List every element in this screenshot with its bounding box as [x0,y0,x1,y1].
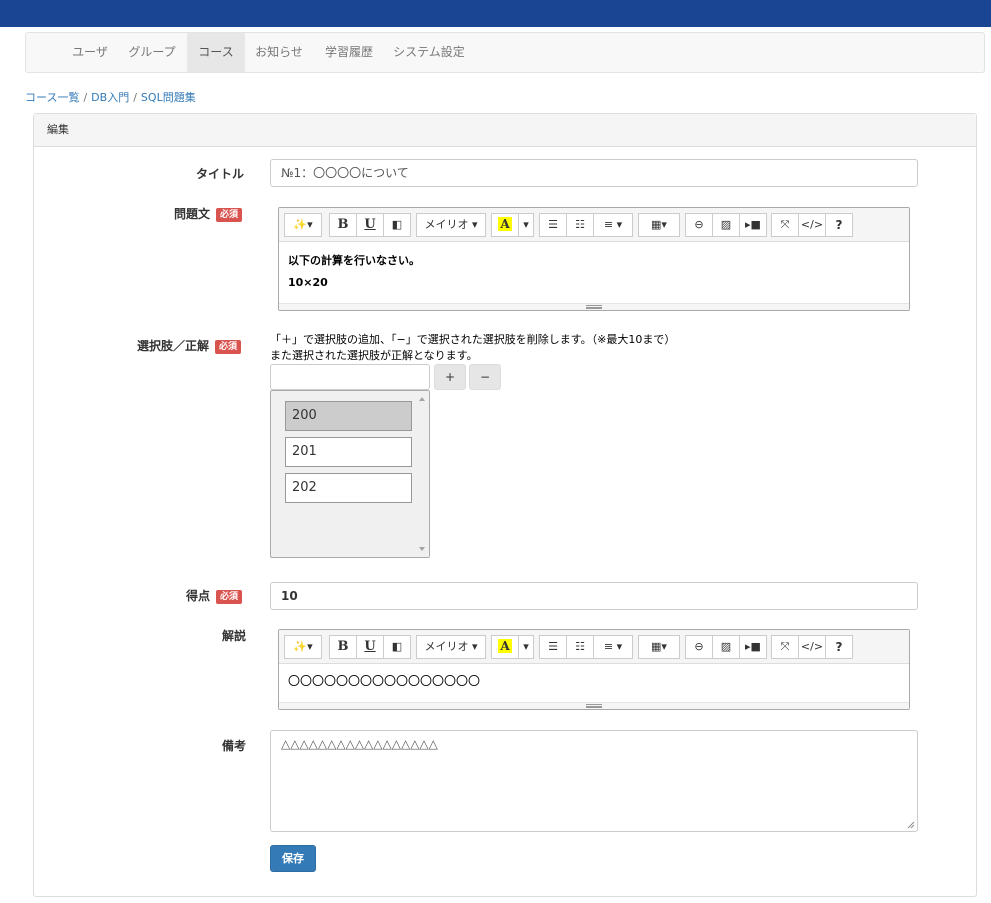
listbox-scrollbar[interactable] [415,391,429,557]
choice-item[interactable]: 202 [285,473,412,503]
scroll-down-icon[interactable] [419,547,425,551]
question-editor: ✨▾ B U ◧ メイリオ ▾ A ▾ ☰ ☷ ≡ ▾ ▦▾ ⊖ ▨ ▸■ ⤧ … [278,207,910,311]
scroll-up-icon[interactable] [419,397,425,401]
required-badge: 必須 [216,208,243,222]
unordered-list-icon[interactable]: ☰ [539,213,567,237]
ordered-list-icon[interactable]: ☷ [566,213,594,237]
color-dropdown-icon[interactable]: ▾ [518,213,534,237]
nav-item-users[interactable]: ユーザ [62,33,118,72]
explanation-label: 解説 [222,629,247,643]
magic-wand-icon[interactable]: ✨▾ [284,635,322,659]
text-color-icon: A [498,217,512,231]
link-icon[interactable]: ⊖ [685,635,713,659]
table-icon[interactable]: ▦▾ [638,213,680,237]
font-name-dropdown[interactable]: メイリオ ▾ [416,213,486,237]
score-input[interactable]: 10 [270,582,918,610]
editor-resize-handle[interactable] [279,702,909,709]
choices-hint-2: また選択された選択肢が正解となります。 [270,349,478,362]
fullscreen-icon[interactable]: ⤧ [771,213,799,237]
magic-wand-icon[interactable]: ✨▾ [284,213,322,237]
font-name-label: メイリオ [424,640,469,653]
link-icon[interactable]: ⊖ [685,213,713,237]
color-dropdown-icon[interactable]: ▾ [518,635,534,659]
paragraph-align-icon[interactable]: ≡ ▾ [593,213,633,237]
video-icon[interactable]: ▸■ [739,635,767,659]
notes-text: △△△△△△△△△△△△△△△△△ [281,737,438,751]
text-color-button[interactable]: A [491,213,519,237]
nav-item-groups[interactable]: グループ [120,33,184,72]
question-line: 10×20 [288,276,328,289]
paragraph-align-icon[interactable]: ≡ ▾ [593,635,633,659]
choice-item[interactable]: 200 [285,401,412,431]
notes-label: 備考 [222,739,247,753]
breadcrumb-sql-problems[interactable]: SQL問題集 [141,91,196,104]
breadcrumb-course-list[interactable]: コース一覧 [25,91,79,104]
title-label: タイトル [196,167,245,181]
choices-hint-1: 「＋」で選択肢の追加、「−」で選択された選択肢を削除します。（※最大10まで） [270,333,676,346]
nav-item-courses[interactable]: コース [187,33,245,72]
required-badge: 必須 [216,590,243,604]
required-badge: 必須 [215,340,242,354]
explanation-editor: ✨▾ B U ◧ メイリオ ▾ A ▾ ☰ ☷ ≡ ▾ ▦▾ ⊖ ▨ ▸■ ⤧ … [278,629,910,710]
choices-label: 選択肢／正解 必須 [137,337,242,354]
nav-item-settings[interactable]: システム設定 [387,33,471,72]
nav-item-notices[interactable]: お知らせ [247,33,311,72]
help-button[interactable]: ? [825,635,853,659]
video-icon[interactable]: ▸■ [739,213,767,237]
editor-resize-handle[interactable] [279,303,909,310]
choice-input[interactable] [270,364,430,390]
text-color-button[interactable]: A [491,635,519,659]
code-view-icon[interactable]: </> [798,635,826,659]
add-choice-button[interactable]: + [434,364,466,390]
choices-label-text: 選択肢／正解 [137,339,210,353]
text-color-icon: A [498,639,512,653]
image-icon[interactable]: ▨ [712,635,740,659]
explanation-text: 〇〇〇〇〇〇〇〇〇〇〇〇〇〇〇〇 [288,674,481,688]
editor-toolbar: ✨▾ B U ◧ メイリオ ▾ A ▾ ☰ ☷ ≡ ▾ ▦▾ ⊖ ▨ ▸■ ⤧ … [279,630,909,664]
top-bar [0,0,991,27]
underline-button[interactable]: U [356,213,384,237]
fullscreen-icon[interactable]: ⤧ [771,635,799,659]
explanation-editor-content[interactable]: 〇〇〇〇〇〇〇〇〇〇〇〇〇〇〇〇 [279,664,909,700]
question-editor-content[interactable]: 以下の計算を行いなさい。 10×20 [279,242,909,302]
breadcrumb: コース一覧 / DB入門 / SQL問題集 [25,89,196,105]
table-icon[interactable]: ▦▾ [638,635,680,659]
resize-grip-icon[interactable] [907,821,915,829]
font-name-label: メイリオ [424,218,469,231]
score-label-text: 得点 [186,589,211,603]
notes-textarea[interactable]: △△△△△△△△△△△△△△△△△ [270,730,918,832]
breadcrumb-separator: / [83,91,88,104]
breadcrumb-separator: / [133,91,137,104]
save-button[interactable]: 保存 [270,845,316,872]
nav-item-history[interactable]: 学習履歴 [318,33,380,72]
remove-choice-button[interactable]: − [469,364,501,390]
main-nav: ユーザ グループ コース お知らせ 学習履歴 システム設定 [25,32,985,73]
help-button[interactable]: ? [825,213,853,237]
breadcrumb-db-intro[interactable]: DB入門 [91,91,129,104]
font-name-dropdown[interactable]: メイリオ ▾ [416,635,486,659]
question-line: 以下の計算を行いなさい。 [288,254,420,267]
bold-button[interactable]: B [329,635,357,659]
image-icon[interactable]: ▨ [712,213,740,237]
code-view-icon[interactable]: </> [798,213,826,237]
underline-button[interactable]: U [356,635,384,659]
score-label: 得点 必須 [186,587,243,604]
bold-button[interactable]: B [329,213,357,237]
title-input[interactable]: №1：〇〇〇〇について [270,159,918,187]
ordered-list-icon[interactable]: ☷ [566,635,594,659]
choices-listbox[interactable]: 200 201 202 [270,390,430,558]
editor-toolbar: ✨▾ B U ◧ メイリオ ▾ A ▾ ☰ ☷ ≡ ▾ ▦▾ ⊖ ▨ ▸■ ⤧ … [279,208,909,242]
question-label-text: 問題文 [174,207,211,221]
choice-item[interactable]: 201 [285,437,412,467]
eraser-icon[interactable]: ◧ [383,635,411,659]
panel-title: 編集 [34,114,976,147]
eraser-icon[interactable]: ◧ [383,213,411,237]
question-label: 問題文 必須 [174,205,243,222]
unordered-list-icon[interactable]: ☰ [539,635,567,659]
